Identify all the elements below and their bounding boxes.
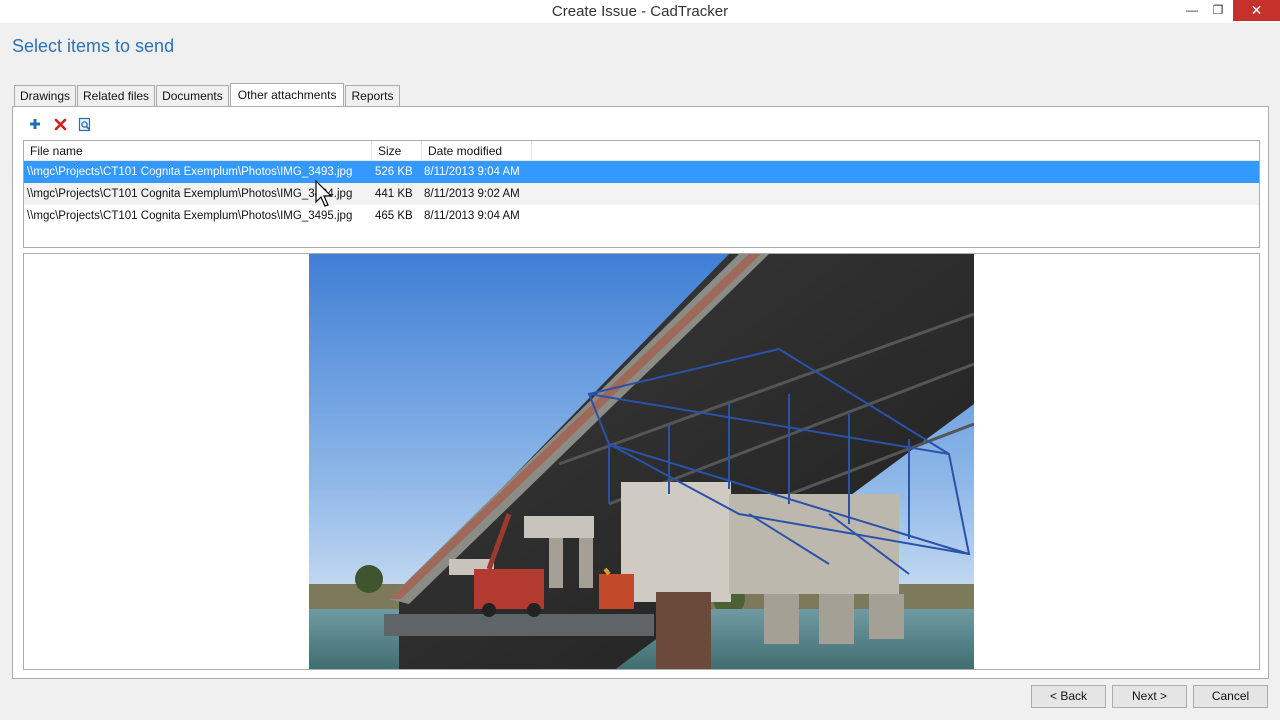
tab-reports[interactable]: Reports xyxy=(345,85,400,106)
page-title: Select items to send xyxy=(12,36,175,56)
list-item[interactable]: \\mgc\Projects\CT101 Cognita Exemplum\Ph… xyxy=(24,161,1259,183)
preview-icon[interactable] xyxy=(77,116,93,132)
delete-icon[interactable] xyxy=(52,116,68,132)
file-date-cell: 8/11/2013 9:04 AM xyxy=(424,210,520,222)
cancel-button[interactable]: Cancel xyxy=(1193,685,1268,708)
close-button[interactable]: ✕ xyxy=(1233,0,1280,21)
tab-strip: Drawings Related files Documents Other a… xyxy=(14,83,401,107)
file-date-cell: 8/11/2013 9:04 AM xyxy=(424,166,520,178)
bridge-photo xyxy=(309,254,974,669)
file-list: File name Size Date modified \\mgc\Proje… xyxy=(23,140,1260,248)
file-name-cell: \\mgc\Projects\CT101 Cognita Exemplum\Ph… xyxy=(27,210,353,222)
column-header-date-modified[interactable]: Date modified xyxy=(422,141,532,160)
list-header: File name Size Date modified xyxy=(24,141,1259,161)
toolbar xyxy=(27,116,93,134)
title-bar: Create Issue - CadTracker — ❐ ✕ xyxy=(0,0,1280,23)
list-item[interactable]: \\mgc\Projects\CT101 Cognita Exemplum\Ph… xyxy=(24,183,1259,205)
image-preview xyxy=(23,253,1260,670)
tab-drawings[interactable]: Drawings xyxy=(14,85,77,106)
maximize-button[interactable]: ❐ xyxy=(1204,0,1232,21)
list-item[interactable]: \\mgc\Projects\CT101 Cognita Exemplum\Ph… xyxy=(24,205,1259,227)
file-size-cell: 526 KB xyxy=(375,166,413,178)
minimize-button[interactable]: — xyxy=(1178,0,1206,21)
file-date-cell: 8/11/2013 9:02 AM xyxy=(424,188,520,200)
file-size-cell: 441 KB xyxy=(375,188,413,200)
file-size-cell: 465 KB xyxy=(375,210,413,222)
tab-related-files[interactable]: Related files xyxy=(77,85,156,106)
tab-other-attachments[interactable]: Other attachments xyxy=(229,83,345,107)
column-header-size[interactable]: Size xyxy=(372,141,422,160)
next-button[interactable]: Next > xyxy=(1112,685,1187,708)
tab-documents[interactable]: Documents xyxy=(156,85,229,106)
window-title: Create Issue - CadTracker xyxy=(551,3,729,20)
mouse-cursor-icon xyxy=(315,180,333,207)
attachments-panel: File name Size Date modified \\mgc\Proje… xyxy=(12,106,1269,679)
back-button[interactable]: < Back xyxy=(1031,685,1106,708)
add-icon[interactable] xyxy=(27,116,43,132)
column-header-file-name[interactable]: File name xyxy=(24,141,372,160)
